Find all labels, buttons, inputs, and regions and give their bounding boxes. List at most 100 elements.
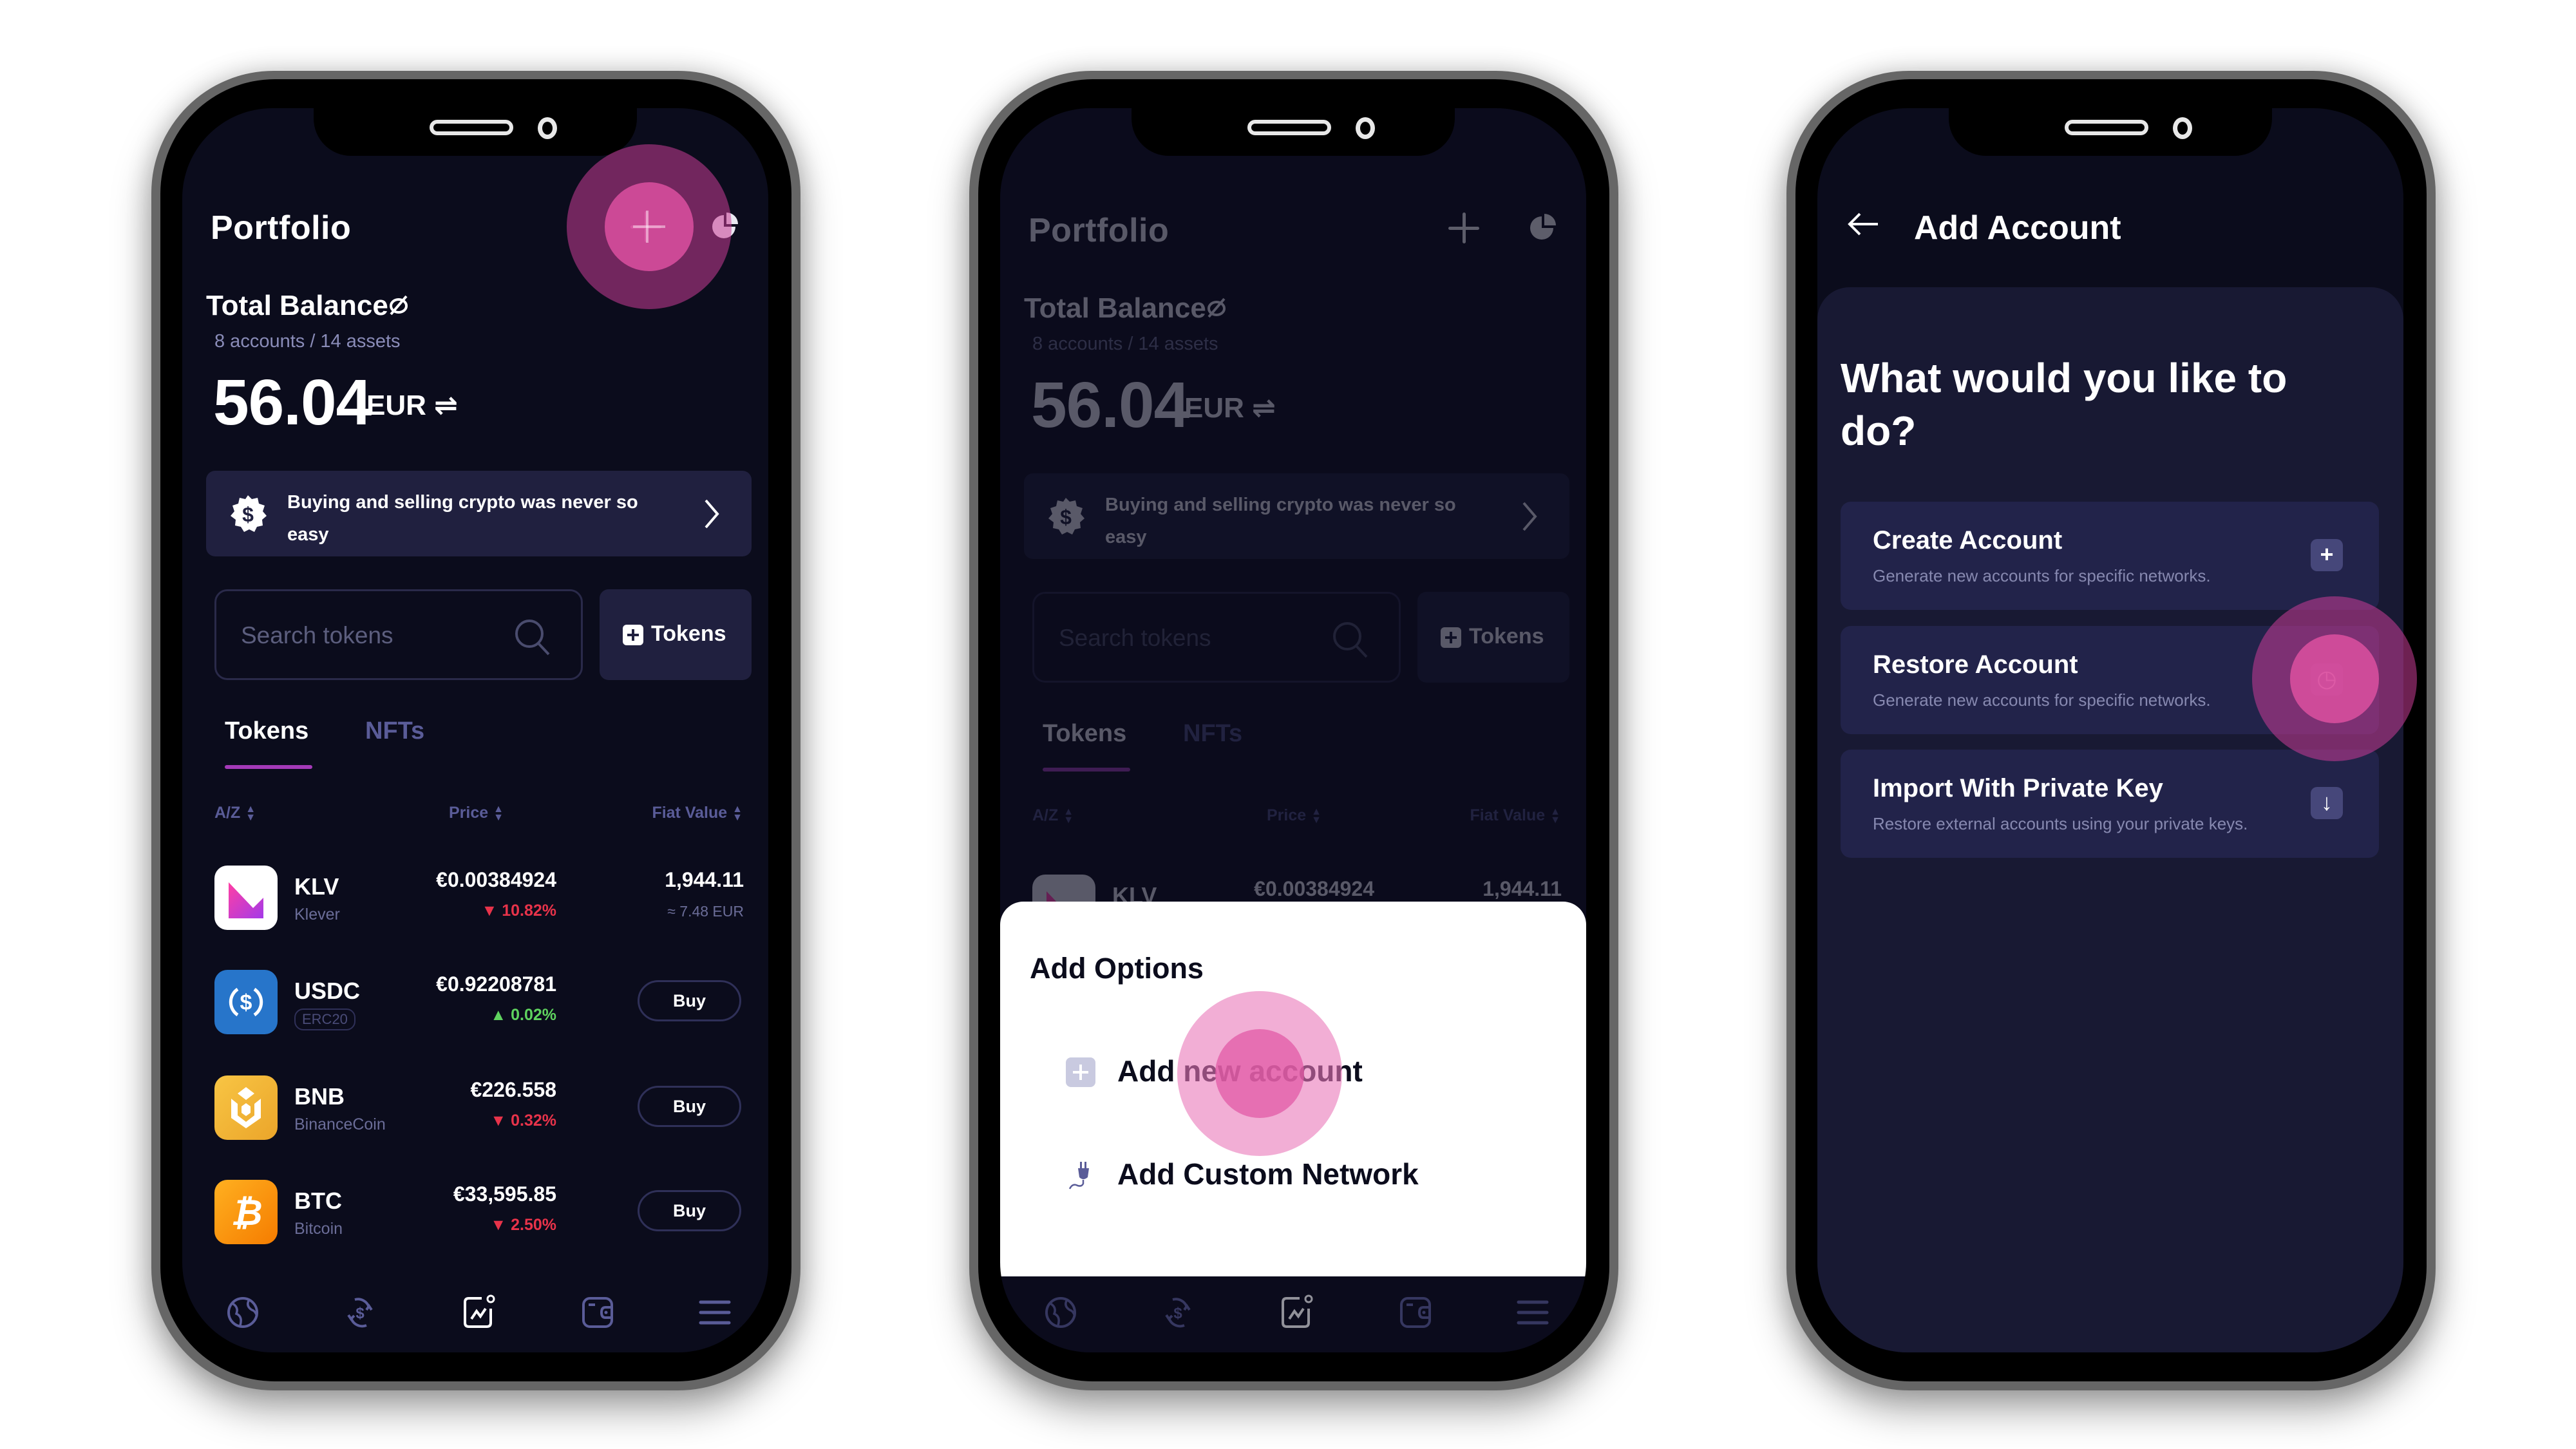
price-change: ▼ 10.82% [481,902,556,920]
column-label: A/Z [214,804,241,822]
token-fiat-value: 1,944.11 [665,868,744,891]
add-custom-network-option[interactable]: Add Custom Network [1000,1145,1586,1203]
dollar-badge-icon: $ [231,495,267,532]
option-label: Add new account [1117,1054,1363,1088]
token-name: BinanceCoin [294,1115,386,1133]
promo-banner[interactable]: $ Buying and selling crypto was never so… [206,471,752,556]
sheet-title: Add Options [1030,952,1204,985]
svg-text:$: $ [355,1305,365,1322]
notch [1949,108,2272,156]
portfolio-screen: Portfolio Total Balance 8 accounts / 14 … [182,108,768,1352]
swap-icon: ⇌ [426,390,458,421]
svg-text:$: $ [240,990,252,1015]
option-description: Restore external accounts using your pri… [1873,814,2248,833]
camera-icon [1356,117,1375,139]
option-title: Create Account [1873,526,2063,554]
token-name: Klever [294,905,340,923]
add-options-screen: Portfolio Total Balance 8 accounts / 14 … [1000,108,1586,1352]
sort-fiat-header[interactable]: Fiat Value ▲ ▼ [652,804,743,824]
balance-currency[interactable]: EUR ⇌ [366,389,458,422]
token-price: €226.558 [470,1078,556,1101]
speaker-icon [430,120,513,135]
search-icon [515,620,550,656]
token-row[interactable]: KLV Klever €0.00384924 ▼ 10.82% 1,944.11 ≈ 7.… [182,866,768,943]
price-change: ▲ 0.02% [490,1006,556,1024]
speaker-icon [2065,120,2148,135]
buy-button[interactable]: Buy [638,980,741,1021]
btc-icon: ₿ [214,1180,278,1244]
klv-icon [214,866,278,930]
buy-button[interactable]: Buy [638,1190,741,1231]
plug-icon [1068,1162,1089,1189]
svg-text:₿: ₿ [231,1192,262,1233]
currency-label: EUR [366,390,426,421]
page-title: Add Account [1914,209,2121,247]
camera-icon [2173,117,2192,139]
plus-square-icon [623,625,643,645]
restore-account-option[interactable]: Restore Account Generate new accounts fo… [1841,626,2379,734]
total-balance-label: Total Balance [206,290,388,321]
plus-square-icon [1066,1057,1095,1087]
phone-portfolio: Portfolio Total Balance 8 accounts / 14 … [151,71,800,1390]
create-account-option[interactable]: Create Account Generate new accounts for… [1841,502,2379,610]
token-symbol: BNB [294,1083,345,1110]
wallet-icon[interactable] [578,1293,617,1332]
banner-text: Buying and selling crypto was never so e… [287,492,638,545]
bottom-nav: $ [182,1293,768,1352]
page-title: Portfolio [211,209,352,247]
token-symbol: BTC [294,1188,342,1214]
camera-icon [538,117,557,139]
add-account-screen: Add Account What would you like to do? C… [1817,108,2403,1352]
balance-amount: 56.04 [213,366,372,439]
token-price: €0.00384924 [436,868,556,891]
sort-icon: ▲ ▼ [493,804,504,824]
search-placeholder: Search tokens [241,622,393,649]
usdc-icon: $ [214,970,278,1034]
tab-nfts[interactable]: NFTs [365,717,424,745]
add-tokens-label: Tokens [651,621,726,646]
arrow-down-icon: ↓ [2311,787,2343,819]
add-tokens-button[interactable]: Tokens [600,589,752,680]
notch [1132,108,1455,156]
option-label: Add Custom Network [1117,1157,1419,1191]
option-description: Generate new accounts for specific netwo… [1873,690,2211,710]
token-name: Bitcoin [294,1220,343,1238]
price-change: ▼ 0.32% [490,1112,556,1130]
portfolio-chart-icon[interactable] [460,1293,498,1332]
menu-icon[interactable] [696,1293,734,1332]
token-symbol: USDC [294,978,361,1004]
option-title: Import With Private Key [1873,774,2163,802]
import-private-key-option[interactable]: Import With Private Key Restore external… [1841,750,2379,858]
price-change: ▼ 2.50% [490,1216,556,1234]
tab-tokens[interactable]: Tokens [225,717,308,745]
bnb-icon [214,1075,278,1140]
buy-button[interactable]: Buy [638,1086,741,1127]
eye-off-icon[interactable] [386,292,412,318]
network-badge: ERC20 [294,1009,355,1030]
token-row[interactable]: BNB BinanceCoin €226.558 ▼ 0.32% Buy [182,1075,768,1153]
clock-icon: ◷ [2311,663,2343,696]
arrow-left-icon[interactable] [1846,211,1882,237]
token-row[interactable]: ₿ BTC Bitcoin €33,595.85 ▼ 2.50% Buy [182,1180,768,1257]
add-options-sheet: Add Options Add new account Add Custom N… [1000,902,1586,1276]
speaker-icon [1247,120,1331,135]
option-description: Generate new accounts for specific netwo… [1873,566,2211,585]
token-fiat-eur: ≈ 7.48 EUR [667,903,744,920]
exchange-dollar-icon[interactable]: $ [341,1293,379,1332]
sort-icon: ▲ ▼ [732,804,743,824]
plus-icon: + [2311,539,2343,571]
svg-text:$: $ [242,503,254,526]
token-row[interactable]: $ USDC ERC20 €0.92208781 ▲ 0.02% Buy [182,970,768,1047]
search-input[interactable]: Search tokens [214,589,583,680]
column-label: Price [449,804,489,822]
column-label: Fiat Value [652,804,728,822]
plus-icon[interactable] [628,209,664,245]
pie-chart-icon[interactable] [710,211,740,241]
globe-icon[interactable] [223,1293,262,1332]
prompt-heading: What would you like to do? [1841,355,2287,454]
chevron-right-icon [705,499,719,529]
phone-add-account: Add Account What would you like to do? C… [1786,71,2436,1390]
add-new-account-option[interactable]: Add new account [1000,1042,1586,1100]
sort-price-header[interactable]: Price ▲ ▼ [449,804,504,824]
sort-name-header[interactable]: A/Z ▲ ▼ [214,804,256,823]
